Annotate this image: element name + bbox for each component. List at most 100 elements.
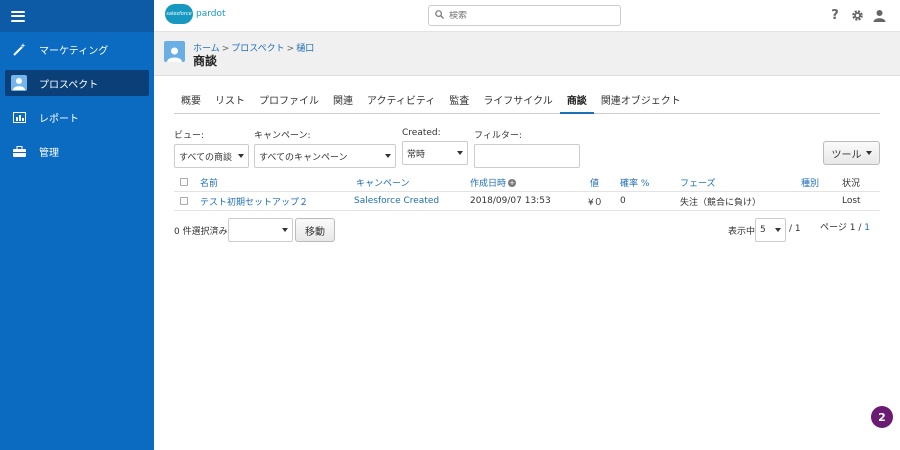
created-filter: Created: 常時 bbox=[402, 128, 468, 165]
help-icon[interactable]: ? bbox=[828, 8, 842, 23]
search-box[interactable] bbox=[428, 5, 621, 26]
opportunities-table: 名前 キャンペーン 作成日時 + 値 確率 % フェーズ 種別 状況 テスト初期セ… bbox=[174, 173, 880, 211]
campaign-label: キャンペーン: bbox=[254, 131, 311, 141]
tools-button[interactable]: ツール bbox=[823, 141, 880, 165]
user-icon[interactable] bbox=[872, 8, 886, 22]
briefcase-icon bbox=[11, 143, 27, 159]
filter-input[interactable] bbox=[474, 144, 580, 168]
row-phase: 失注（競合に負け） bbox=[680, 197, 762, 208]
view-select[interactable]: すべての商談 bbox=[174, 144, 249, 168]
tab-bar: 概要 リスト プロファイル 関連 アクティビティ 監査 ライフサイクル 商談 関… bbox=[174, 92, 880, 114]
chevron-down-icon bbox=[385, 154, 391, 158]
sidebar-item-marketing[interactable]: マーケティング bbox=[5, 36, 149, 62]
tab-lifecycle[interactable]: ライフサイクル bbox=[476, 92, 560, 114]
row-checkbox[interactable] bbox=[180, 197, 188, 205]
page-current: 1 bbox=[849, 223, 856, 233]
chevron-down-icon bbox=[238, 154, 244, 158]
per-page-value: 5 bbox=[760, 225, 766, 235]
table-footer: 0 件選択済み: 移動 表示中 5 / 1 ページ 1 / 1 bbox=[174, 218, 880, 243]
campaign-select[interactable]: すべてのキャンペーン bbox=[254, 144, 396, 168]
header-created-label: 作成日時 bbox=[470, 178, 507, 189]
header-name[interactable]: 名前 bbox=[200, 176, 218, 189]
hamburger-menu-icon[interactable] bbox=[11, 10, 25, 22]
row-probability: 0 bbox=[620, 196, 626, 206]
search-icon bbox=[435, 9, 444, 22]
chevron-down-icon bbox=[282, 228, 288, 232]
view-filter: ビュー: すべての商談 bbox=[174, 128, 249, 168]
move-button[interactable]: 移動 bbox=[295, 218, 335, 242]
selected-count-label: 0 件選択済み: bbox=[174, 227, 231, 237]
top-bar: salesforce pardot ? bbox=[154, 0, 900, 32]
filter-label: フィルター: bbox=[474, 131, 522, 141]
gear-icon[interactable] bbox=[850, 8, 864, 22]
tab-related[interactable]: 関連 bbox=[326, 92, 360, 114]
breadcrumb-prospects[interactable]: プロスペクト bbox=[231, 44, 284, 54]
row-campaign[interactable]: Salesforce Created bbox=[354, 196, 439, 206]
breadcrumb-prospect-name[interactable]: 樋口 bbox=[296, 44, 314, 54]
header-type[interactable]: 種別 bbox=[801, 176, 819, 189]
view-label: ビュー: bbox=[174, 131, 205, 141]
header-value[interactable]: 値 bbox=[590, 176, 599, 189]
page-title: 商談 bbox=[193, 54, 218, 68]
row-value: ¥０ bbox=[588, 197, 603, 208]
view-select-value: すべての商談 bbox=[179, 152, 233, 163]
tab-activity[interactable]: アクティビティ bbox=[360, 92, 442, 114]
chevron-down-icon bbox=[865, 151, 872, 155]
show-label: 表示中 bbox=[728, 227, 756, 237]
campaign-filter: キャンペーン: すべてのキャンペーン bbox=[254, 128, 396, 168]
campaign-select-value: すべてのキャンペーン bbox=[259, 152, 348, 163]
sidebar-item-label: プロスペクト bbox=[39, 79, 99, 91]
report-icon bbox=[11, 109, 27, 125]
search-input[interactable] bbox=[449, 10, 599, 21]
sidebar-item-prospects[interactable]: プロスペクト bbox=[5, 70, 149, 96]
sidebar-item-label: レポート bbox=[39, 113, 79, 125]
sidebar-item-label: 管理 bbox=[39, 147, 59, 159]
prospect-icon bbox=[11, 75, 27, 91]
bulk-action-select[interactable] bbox=[228, 218, 293, 242]
text-filter: フィルター: bbox=[474, 128, 580, 168]
select-all-checkbox[interactable] bbox=[180, 178, 188, 186]
chevron-down-icon bbox=[457, 151, 463, 155]
created-select-value: 常時 bbox=[407, 149, 426, 160]
row-name[interactable]: テスト初期セットアップ２ bbox=[200, 195, 308, 208]
sidebar-item-label: マーケティング bbox=[39, 45, 109, 57]
created-label: Created: bbox=[402, 128, 441, 138]
tab-audit[interactable]: 監査 bbox=[442, 92, 476, 114]
sidebar-item-reports[interactable]: レポート bbox=[5, 104, 149, 130]
salesforce-cloud-logo: salesforce bbox=[165, 4, 193, 24]
sidebar-header bbox=[0, 0, 154, 32]
sidebar-nav: マーケティング プロスペクト レポート 管理 bbox=[0, 36, 154, 164]
chevron-down-icon bbox=[775, 228, 781, 232]
page-separator: / bbox=[858, 223, 862, 233]
created-select[interactable]: 常時 bbox=[402, 141, 468, 165]
top-right-icons: ? bbox=[828, 8, 886, 23]
header-created[interactable]: 作成日時 + bbox=[470, 176, 517, 189]
table-header-row: 名前 キャンペーン 作成日時 + 値 確率 % フェーズ 種別 状況 bbox=[174, 173, 880, 192]
magic-wand-icon bbox=[11, 41, 27, 57]
pardot-logo-text: pardot bbox=[196, 9, 226, 19]
row-created: 2018/09/07 13:53 bbox=[470, 196, 551, 206]
page-label: ページ bbox=[820, 223, 847, 233]
header-probability[interactable]: 確率 % bbox=[620, 176, 649, 189]
pagination: ページ 1 / 1 bbox=[820, 220, 870, 233]
page-total-link[interactable]: 1 bbox=[864, 223, 870, 233]
tab-opportunities[interactable]: 商談 bbox=[559, 92, 594, 114]
row-status: Lost bbox=[842, 196, 861, 206]
table-row: テスト初期セットアップ２ Salesforce Created 2018/09/… bbox=[174, 192, 880, 211]
prospect-avatar-icon bbox=[164, 41, 185, 62]
header-status: 状況 bbox=[842, 178, 861, 189]
sidebar: マーケティング プロスペクト レポート 管理 bbox=[0, 0, 154, 450]
salesforce-pardot-logo[interactable]: salesforce pardot bbox=[165, 4, 226, 24]
notification-badge[interactable]: 2 bbox=[871, 406, 893, 428]
header-phase[interactable]: フェーズ bbox=[680, 176, 716, 189]
move-button-label: 移動 bbox=[305, 226, 325, 238]
per-page-select[interactable]: 5 bbox=[755, 218, 786, 242]
header-campaign[interactable]: キャンペーン bbox=[356, 176, 410, 189]
sort-indicator-icon: + bbox=[508, 179, 517, 187]
tab-overview[interactable]: 概要 bbox=[174, 92, 208, 114]
tab-lists[interactable]: リスト bbox=[208, 92, 252, 114]
tab-related-objects[interactable]: 関連オブジェクト bbox=[594, 92, 688, 114]
page-header: ホーム > プロスペクト > 樋口 商談 bbox=[154, 32, 900, 76]
tab-profile[interactable]: プロファイル bbox=[252, 92, 326, 114]
sidebar-item-admin[interactable]: 管理 bbox=[5, 138, 149, 164]
